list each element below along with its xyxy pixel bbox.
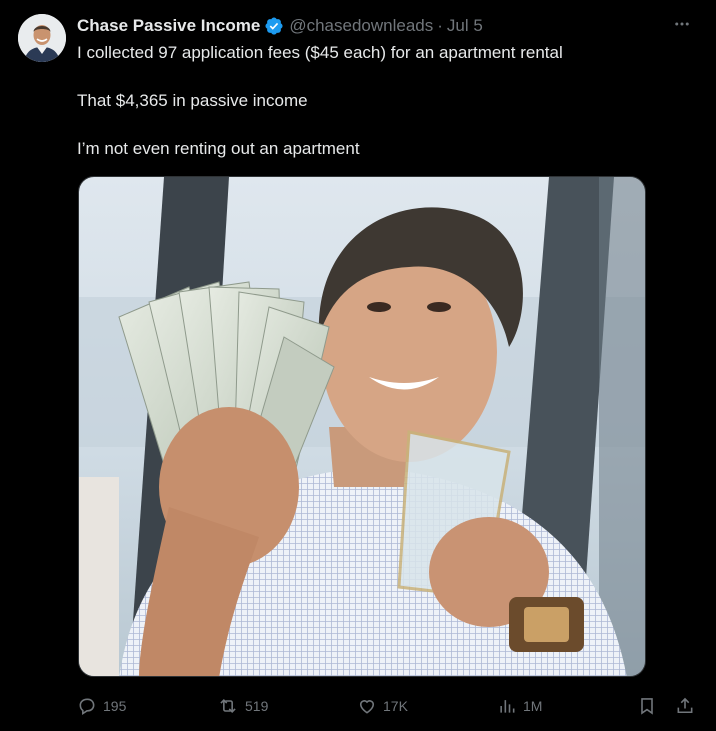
views-icon xyxy=(500,700,515,713)
like-button[interactable]: 17K xyxy=(357,692,408,720)
share-icon xyxy=(677,697,693,714)
share-button[interactable] xyxy=(675,692,695,720)
tweet[interactable]: Chase Passive Income @chasedownleads · J… xyxy=(0,0,716,731)
views-button[interactable]: 1M xyxy=(497,692,542,720)
tweet-header: Chase Passive Income @chasedownleads · J… xyxy=(77,14,483,38)
tweet-text-line: That $4,365 in passive income xyxy=(77,91,308,110)
reply-count: 195 xyxy=(103,698,127,714)
verified-badge-icon[interactable] xyxy=(264,16,284,36)
more-icon[interactable] xyxy=(670,12,694,36)
repost-count: 519 xyxy=(245,698,269,714)
like-count: 17K xyxy=(383,698,408,714)
post-date[interactable]: Jul 5 xyxy=(447,16,483,36)
tweet-image[interactable] xyxy=(78,176,646,677)
reply-button[interactable]: 195 xyxy=(77,692,126,720)
repost-icon xyxy=(220,699,236,713)
bookmark-button[interactable] xyxy=(637,692,657,720)
view-count: 1M xyxy=(523,698,543,714)
header-separator: · xyxy=(437,16,443,35)
tweet-text-line: I’m not even renting out an apartment xyxy=(77,139,360,158)
author-handle[interactable]: @chasedownleads xyxy=(289,16,433,36)
repost-button[interactable]: 519 xyxy=(217,692,268,720)
bookmark-icon xyxy=(641,698,653,715)
tweet-text-line: I collected 97 application fees ($45 eac… xyxy=(77,43,563,62)
like-icon xyxy=(359,700,375,714)
display-name[interactable]: Chase Passive Income xyxy=(77,16,260,36)
reply-icon xyxy=(79,698,95,715)
action-bar: 195 519 17K 1M xyxy=(0,692,716,720)
avatar[interactable] xyxy=(18,14,66,62)
